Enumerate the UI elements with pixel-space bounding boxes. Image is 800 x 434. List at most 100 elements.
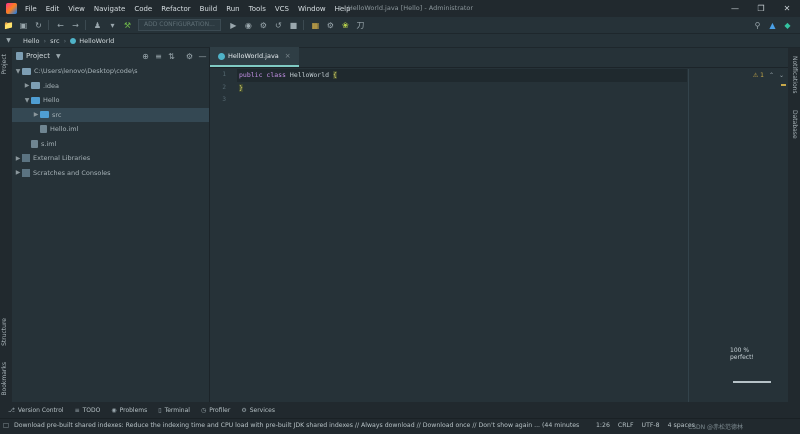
back-icon[interactable]: ← [54, 19, 67, 32]
menu-build[interactable]: Build [200, 5, 218, 13]
tree-item-project-root[interactable]: ▼ C:\Users\lenovo\Desktop\code\s [12, 64, 209, 79]
forward-icon[interactable]: → [69, 19, 82, 32]
stop-icon[interactable]: ■ [287, 19, 300, 32]
tree-item-external-libraries[interactable]: ▶ External Libraries [12, 151, 209, 166]
tree-item-s-iml[interactable]: s.iml [12, 137, 209, 152]
problems-icon: ◉ [111, 406, 117, 414]
chevron-right-icon[interactable]: ▶ [14, 155, 22, 162]
close-icon[interactable]: ✕ [774, 0, 800, 17]
profile-icon[interactable]: ↺ [272, 19, 285, 32]
menu-run[interactable]: Run [226, 5, 239, 13]
menu-bar: File Edit View Navigate Code Refactor Bu… [0, 0, 800, 17]
tool-profiler[interactable]: ◷ Profiler [201, 407, 230, 414]
chevron-down-icon[interactable]: ▼ [23, 97, 31, 104]
right-margin-guide [688, 69, 689, 402]
build-hammer-icon[interactable]: ⚒ [121, 19, 134, 32]
breadcrumb-item-src[interactable]: src [50, 37, 60, 45]
tree-item-src[interactable]: ▶ src [12, 107, 209, 122]
chevron-right-icon[interactable]: ▶ [23, 82, 31, 89]
intellij-logo-icon [6, 3, 17, 14]
menu-refactor[interactable]: Refactor [161, 5, 190, 13]
code-editor: HelloWorld.java × 1 2 3 public class Hel… [210, 47, 788, 402]
tool-terminal[interactable]: ▯ Terminal [158, 407, 190, 414]
chevron-right-icon[interactable]: ▶ [14, 169, 22, 176]
chevron-right-icon: › [43, 36, 47, 45]
plugins-icon[interactable]: ❀ [339, 19, 352, 32]
breadcrumb: ▼ Hello › src › HelloWorld [0, 34, 800, 48]
tool-tab-bookmarks[interactable]: Bookmarks [1, 362, 8, 396]
project-view-icon [16, 52, 23, 60]
tool-tab-project[interactable]: Project [1, 54, 8, 75]
update-icon[interactable]: ▲ [766, 19, 779, 32]
maximize-icon[interactable]: ❐ [748, 0, 774, 17]
tool-label: Version Control [17, 406, 64, 414]
search-icon[interactable]: ⚲ [751, 19, 764, 32]
chevron-down-icon[interactable]: ▼ [56, 53, 61, 60]
debug-icon[interactable]: ◉ [242, 19, 255, 32]
settings-icon[interactable]: ⚙ [324, 19, 337, 32]
locate-icon[interactable]: ⊕ [139, 52, 152, 61]
code-line[interactable] [237, 94, 687, 107]
tool-todo[interactable]: ≡ TODO [75, 407, 101, 414]
caret-position[interactable]: 1:26 [596, 422, 610, 429]
run-icon[interactable]: ▶ [227, 19, 240, 32]
menu-edit[interactable]: Edit [46, 5, 60, 13]
code-line[interactable]: public class HelloWorld { [237, 69, 687, 82]
menu-navigate[interactable]: Navigate [94, 5, 125, 13]
hide-icon[interactable]: — [196, 52, 209, 61]
project-panel-title[interactable]: Project [26, 52, 50, 60]
menu-code[interactable]: Code [134, 5, 152, 13]
profiler-icon: ◷ [200, 406, 207, 414]
warning-stripe-mark[interactable] [781, 84, 786, 86]
chevron-down-icon[interactable]: ▾ [106, 19, 119, 32]
gear-icon[interactable]: ⚙ [183, 52, 196, 61]
expand-all-icon[interactable]: ⇅ [165, 52, 178, 61]
run-configuration-select[interactable]: ADD CONFIGURATION... [138, 19, 221, 31]
chevron-right-icon[interactable]: ▶ [32, 111, 40, 118]
menu-tools[interactable]: Tools [249, 5, 266, 13]
editor-tab-bar: HelloWorld.java × [210, 47, 788, 68]
line-separator[interactable]: CRLF [618, 422, 634, 429]
minimize-icon[interactable]: — [722, 0, 748, 17]
tool-tab-structure[interactable]: Structure [1, 318, 8, 346]
menu-file[interactable]: File [25, 5, 37, 13]
collapse-all-icon[interactable]: ≡ [152, 52, 165, 61]
file-encoding[interactable]: UTF-8 [642, 422, 660, 429]
breadcrumb-item-class[interactable]: HelloWorld [79, 37, 114, 45]
save-icon[interactable]: ▣ [17, 19, 30, 32]
tree-item-hello-module[interactable]: ▼ Hello [12, 93, 209, 108]
menu-window[interactable]: Window [298, 5, 326, 13]
code-area[interactable]: public class HelloWorld { } [237, 69, 687, 107]
tab-helloworld-java[interactable]: HelloWorld.java × [210, 47, 299, 67]
chevron-down-icon[interactable]: ⌄ [779, 72, 784, 79]
tree-item-label: src [52, 110, 62, 119]
menu-vcs[interactable]: VCS [275, 5, 289, 13]
open-folder-icon[interactable]: 📁 [2, 19, 15, 32]
menu-dots-icon[interactable]: ▼ [2, 34, 15, 47]
coverage-icon[interactable]: ⚙ [257, 19, 270, 32]
window-title: s - HelloWorld.java [Hello] - Administra… [338, 4, 474, 12]
toolbox-icon[interactable]: ◆ [781, 19, 794, 32]
inspection-widget[interactable]: ⚠ 1 ⌃ ⌄ [753, 72, 784, 79]
menu-view[interactable]: View [68, 5, 85, 13]
chevron-up-icon[interactable]: ⌃ [769, 72, 774, 79]
status-icon: □ [3, 422, 9, 429]
tool-services[interactable]: ⚙ Services [241, 407, 275, 414]
close-tab-icon[interactable]: × [285, 52, 291, 60]
tool-tab-notifications[interactable]: Notifications [791, 56, 798, 94]
tree-item-idea[interactable]: ▶ .idea [12, 79, 209, 94]
tool-version-control[interactable]: ⎇ Version Control [8, 407, 64, 414]
tree-item-label: Hello.iml [50, 125, 79, 134]
chevron-down-icon[interactable]: ▼ [14, 68, 22, 75]
tool-problems[interactable]: ◉ Problems [111, 407, 147, 414]
tree-item-scratches[interactable]: ▶ Scratches and Consoles [12, 166, 209, 181]
tool-tab-database[interactable]: Database [791, 110, 798, 139]
translate-icon[interactable]: 刀 [354, 19, 367, 32]
status-message[interactable]: Download pre-built shared indexes: Reduc… [14, 422, 579, 429]
sync-icon[interactable]: ↻ [32, 19, 45, 32]
breadcrumb-item-project[interactable]: Hello [23, 37, 39, 45]
project-structure-icon[interactable]: ▦ [309, 19, 322, 32]
code-line[interactable]: } [237, 82, 687, 95]
user-icon[interactable]: ♟ [91, 19, 104, 32]
tree-item-hello-iml[interactable]: Hello.iml [12, 122, 209, 137]
